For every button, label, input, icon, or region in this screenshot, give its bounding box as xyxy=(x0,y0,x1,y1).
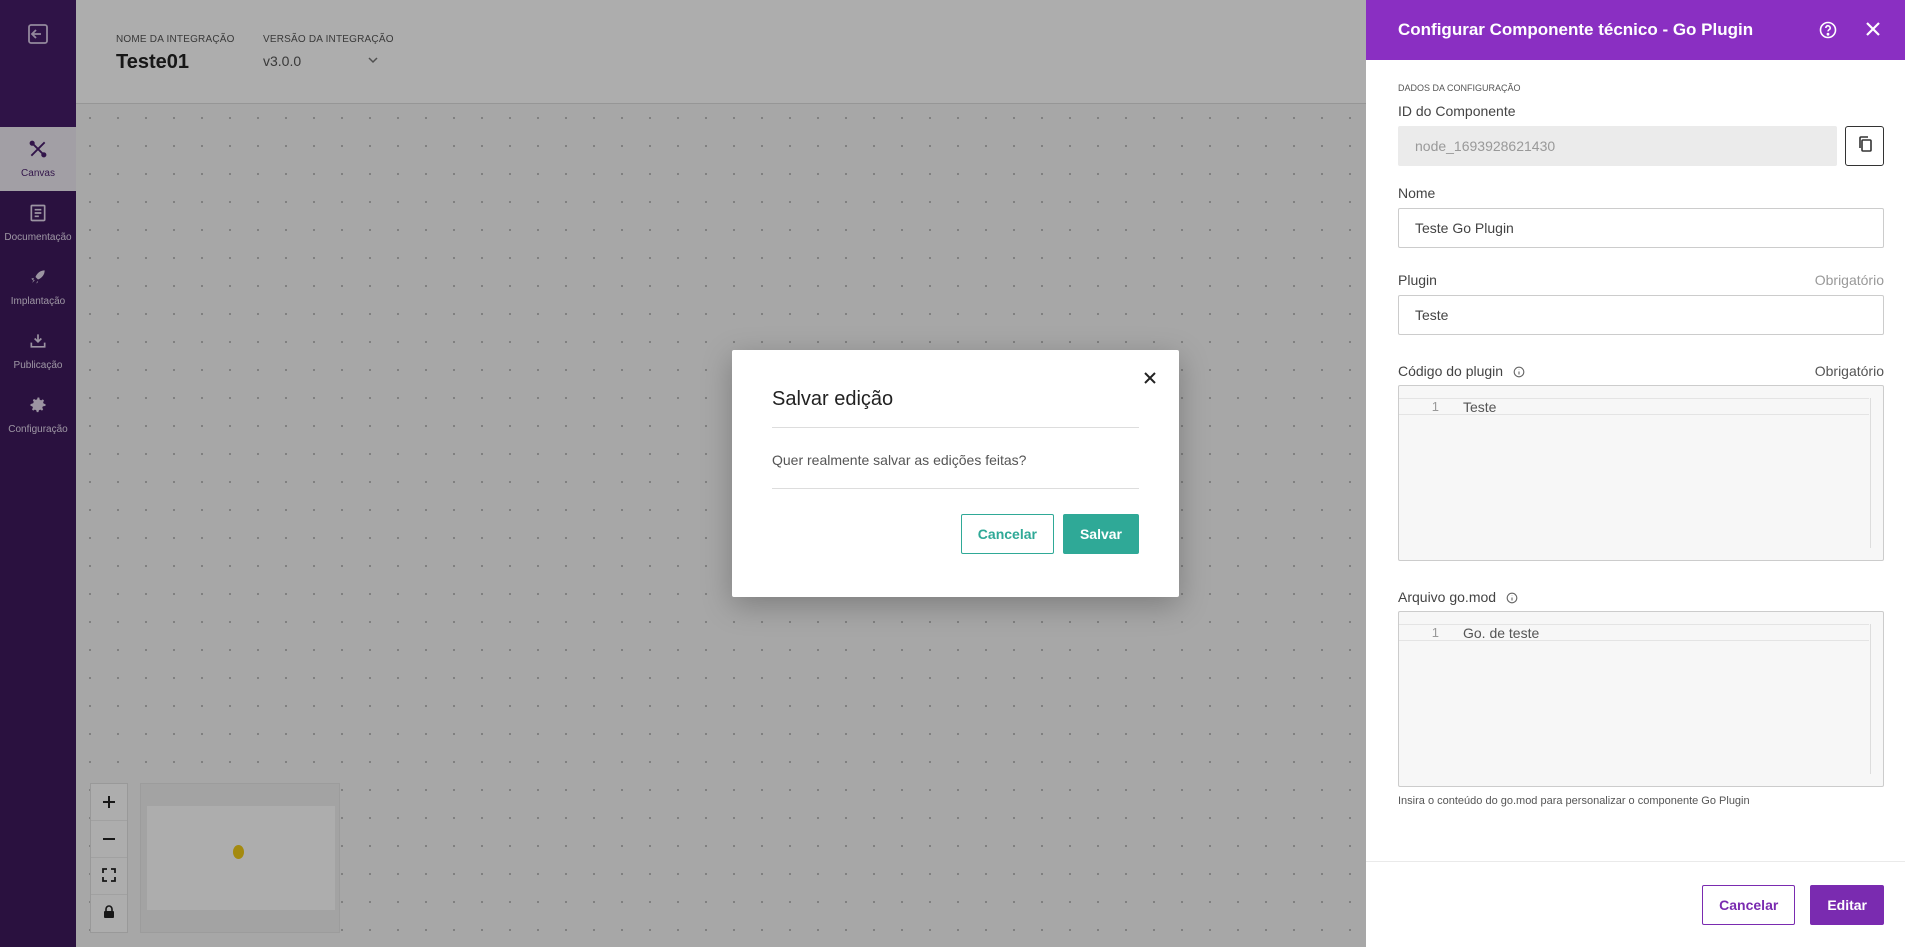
cancel-button[interactable]: Cancelar xyxy=(960,514,1054,554)
plugin-label-text: Plugin xyxy=(1398,272,1437,288)
save-edit-dialog: Salvar edição Quer realmente salvar as e… xyxy=(732,350,1179,597)
component-id-field: node_1693928621430 xyxy=(1398,126,1837,166)
name-label: Nome xyxy=(1398,185,1884,201)
close-icon[interactable] xyxy=(1863,19,1883,44)
section-label: DADOS DA CONFIGURAÇÃO xyxy=(1398,83,1521,93)
code-line: 1 Go. de teste xyxy=(1399,624,1869,641)
info-icon[interactable] xyxy=(1513,366,1525,378)
dialog-actions: Cancelar Salvar xyxy=(772,514,1139,554)
dialog-title: Salvar edição xyxy=(772,350,1139,428)
info-icon[interactable] xyxy=(1506,592,1518,604)
code-line: 1 Teste xyxy=(1399,398,1869,415)
plugin-input[interactable]: Teste xyxy=(1398,295,1884,335)
panel-header: Configurar Componente técnico - Go Plugi… xyxy=(1366,0,1905,60)
gomod-editor[interactable]: 1 Go. de teste xyxy=(1398,611,1884,787)
panel-body: DADOS DA CONFIGURAÇÃO ID do Componente n… xyxy=(1366,83,1905,807)
panel-cancel-button[interactable]: Cancelar xyxy=(1702,884,1796,925)
component-id-label: ID do Componente xyxy=(1398,103,1884,119)
line-number: 1 xyxy=(1431,399,1439,414)
save-button[interactable]: Salvar xyxy=(1062,514,1139,554)
close-icon[interactable] xyxy=(1143,368,1157,391)
plugin-input-value: Teste xyxy=(1415,307,1449,323)
dialog-message: Quer realmente salvar as edições feitas? xyxy=(772,428,1139,489)
editor-scrollbar[interactable] xyxy=(1870,624,1871,774)
code-required-text: Obrigatório xyxy=(1814,363,1884,379)
name-label-text: Nome xyxy=(1398,185,1436,201)
gomod-label-text: Arquivo go.mod xyxy=(1398,589,1497,605)
gomod-label: Arquivo go.mod xyxy=(1398,589,1884,605)
name-input-value: Teste Go Plugin xyxy=(1415,220,1514,236)
name-input[interactable]: Teste Go Plugin xyxy=(1398,208,1884,248)
gomod-hint: Insira o conteúdo do go.mod para persona… xyxy=(1398,795,1750,807)
config-panel: Configurar Componente técnico - Go Plugi… xyxy=(1366,0,1905,947)
edit-button[interactable]: Editar xyxy=(1810,884,1884,925)
plugin-label: Plugin Obrigatório xyxy=(1398,272,1884,288)
panel-footer: Cancelar Editar xyxy=(1366,861,1905,947)
code-label: Código do plugin Obrigatório xyxy=(1398,363,1884,379)
code-label-text: Código do plugin xyxy=(1398,363,1504,379)
copy-button[interactable] xyxy=(1845,126,1884,166)
help-icon[interactable] xyxy=(1819,21,1837,44)
editor-scrollbar[interactable] xyxy=(1870,398,1871,548)
component-id-row: node_1693928621430 xyxy=(1398,126,1884,166)
code-text: Go. de teste xyxy=(1463,624,1540,641)
component-id-value: node_1693928621430 xyxy=(1415,138,1556,154)
plugin-code-editor[interactable]: 1 Teste xyxy=(1398,385,1884,561)
plugin-required-text: Obrigatório xyxy=(1814,272,1884,288)
code-text: Teste xyxy=(1463,398,1497,415)
copy-icon xyxy=(1857,135,1873,158)
line-number: 1 xyxy=(1431,625,1439,640)
component-id-label-text: ID do Componente xyxy=(1398,103,1516,119)
panel-title: Configurar Componente técnico - Go Plugi… xyxy=(1398,20,1754,39)
